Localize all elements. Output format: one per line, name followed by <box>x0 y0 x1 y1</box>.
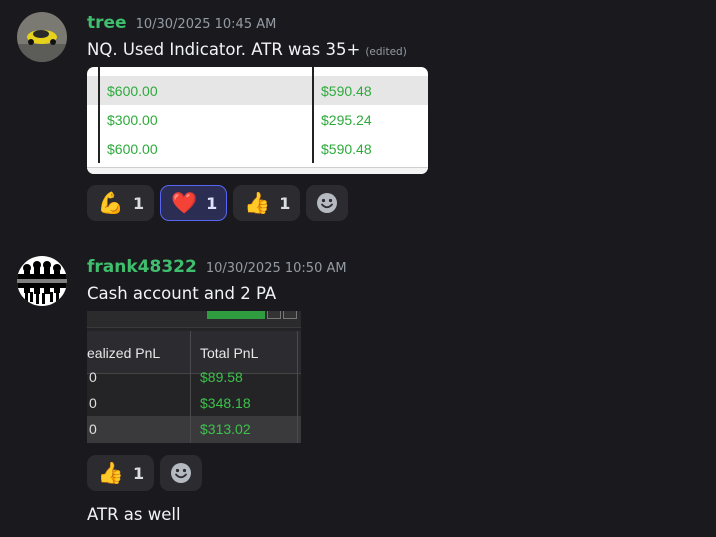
reaction-thumbs-up[interactable]: 👍 1 <box>233 185 301 221</box>
add-reaction-button[interactable] <box>160 455 203 491</box>
image-attachment[interactable]: ealized PnL Total PnL 0 $89.58 0 $348.18… <box>87 311 301 443</box>
image-attachment[interactable]: ———— ———— $600.00 $590.48 $300.00 $295.2… <box>87 67 428 174</box>
red-heart-icon: ❤️ <box>171 190 198 215</box>
table-footer <box>87 167 428 174</box>
toolbar <box>87 311 301 328</box>
timestamp: 10/30/2025 10:50 AM <box>205 261 347 276</box>
table-cell: $295.24 <box>321 112 372 128</box>
reaction-count: 1 <box>133 193 145 213</box>
table-cell: $313.02 <box>200 421 251 437</box>
table-cell: $590.48 <box>321 83 372 99</box>
reaction-flexed-biceps[interactable]: 💪 1 <box>87 185 155 221</box>
table-row: 0 $89.58 <box>87 364 301 391</box>
reaction-thumbs-up[interactable]: 👍 1 <box>87 455 155 491</box>
message-text: Cash account and 2 PA <box>87 284 277 303</box>
table-row: $600.00 $590.48 <box>87 76 428 105</box>
edited-label: (edited) <box>365 46 407 58</box>
table-header-cell: ———— <box>321 67 365 72</box>
table-row: $300.00 $295.24 <box>87 105 428 134</box>
reaction-count: 1 <box>133 463 145 483</box>
table-divider <box>297 331 298 443</box>
table-cell: $600.00 <box>107 83 158 99</box>
table-cell: $89.58 <box>200 369 243 385</box>
reaction-count: 1 <box>279 193 291 213</box>
toolbar-button <box>283 311 297 319</box>
thumbs-up-icon: 👍 <box>97 460 125 485</box>
avatar[interactable] <box>17 256 67 306</box>
smiley-icon <box>171 463 192 483</box>
table-cell: $590.48 <box>321 141 372 157</box>
reactions-bar: 👍 1 <box>87 455 203 491</box>
toolbar-button <box>267 311 281 319</box>
reaction-count: 1 <box>206 193 218 213</box>
avatar[interactable] <box>17 12 67 62</box>
table-header-cell: ———— <box>107 67 151 72</box>
message-text: NQ. Used Indicator. ATR was 35+ <box>87 40 361 59</box>
table-cell: $348.18 <box>200 395 251 411</box>
message-text: ATR as well <box>87 505 181 524</box>
timestamp: 10/30/2025 10:45 AM <box>135 17 277 32</box>
toolbar-button <box>207 311 265 319</box>
reactions-bar: 💪 1 ❤️ 1 👍 1 <box>87 185 349 221</box>
table-cell: 0 <box>89 421 97 437</box>
username[interactable]: tree <box>87 13 127 33</box>
thumbs-up-icon: 👍 <box>244 190 271 215</box>
table-row: 0 $313.02 <box>87 416 301 443</box>
add-reaction-button[interactable] <box>306 185 349 221</box>
table-cell: $300.00 <box>107 112 158 128</box>
table-divider <box>98 67 100 163</box>
smiley-icon <box>317 193 338 213</box>
column-header: Total PnL <box>200 345 259 361</box>
flexed-biceps-icon: 💪 <box>97 190 125 215</box>
column-header: ealized PnL <box>87 345 161 361</box>
table-cell: $600.00 <box>107 141 158 157</box>
username[interactable]: frank48322 <box>87 257 197 277</box>
table-row: 0 $348.18 <box>87 390 301 417</box>
table-divider <box>190 331 191 443</box>
table-divider <box>312 67 314 163</box>
table-row: $600.00 $590.48 <box>87 134 428 163</box>
reaction-red-heart[interactable]: ❤️ 1 <box>160 185 228 221</box>
table-cell: 0 <box>89 395 97 411</box>
table-cell: 0 <box>89 369 97 385</box>
